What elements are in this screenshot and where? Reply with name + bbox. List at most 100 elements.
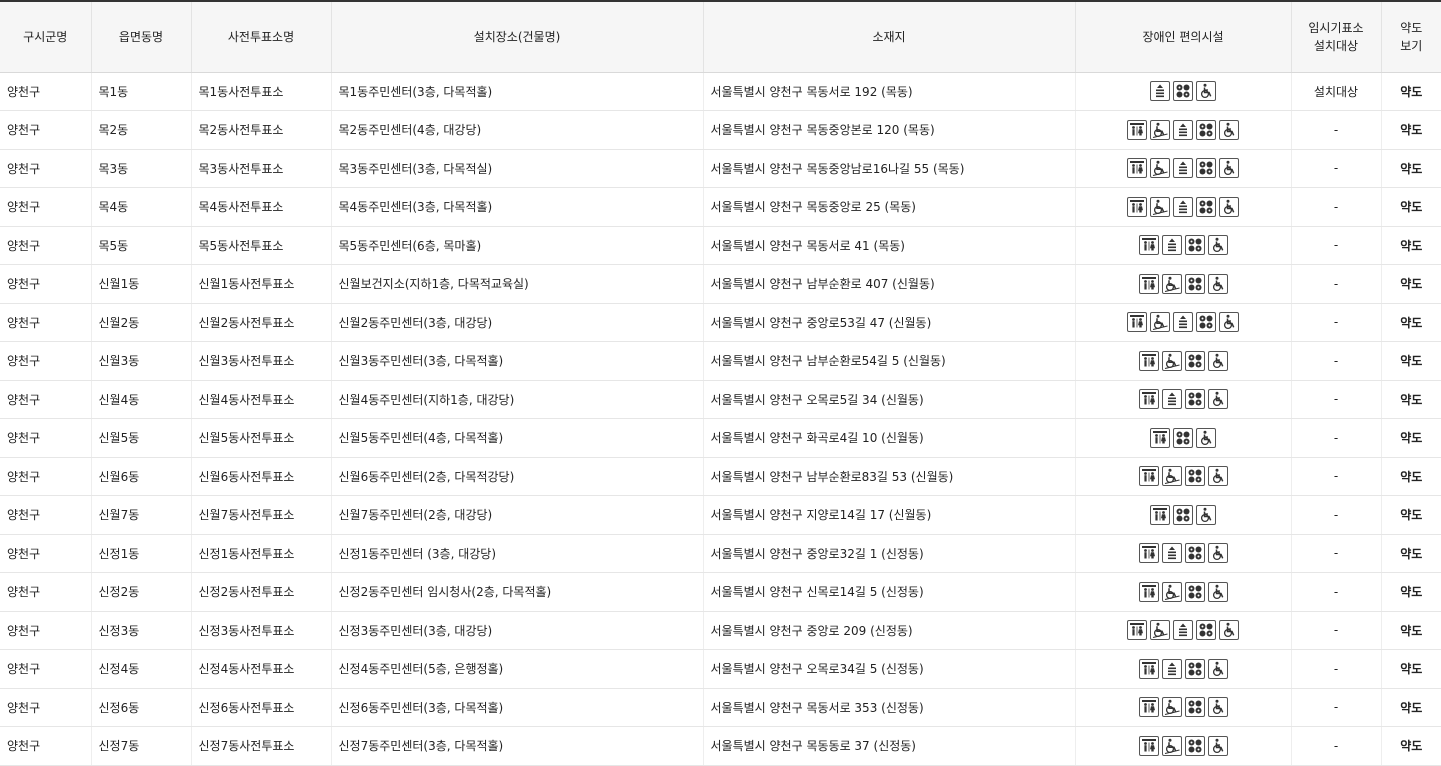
dong-cell: 신월7동 <box>91 495 192 535</box>
wheelchair-ramp-icon <box>1150 196 1170 217</box>
station-cell: 신정7동사전투표소 <box>191 726 332 766</box>
braille-block-icon <box>1196 158 1216 179</box>
table-row: 양천구 목1동 목1동사전투표소 목1동주민센터(3층, 다목적홀) 서울특별시 양천구… <box>0 72 1441 111</box>
facility-icons <box>1076 311 1291 333</box>
facility-icons <box>1076 504 1291 526</box>
table-row: 양천구 신월4동 신월4동사전투표소 신월4동주민센터(지하1층, 대강당) 서울특별시… <box>0 380 1441 419</box>
header-place: 설치장소(건물명) <box>331 0 704 73</box>
header-map: 약도 보기 <box>1381 0 1441 73</box>
facilities-cell <box>1075 534 1292 573</box>
map-link[interactable]: 약도 <box>1381 457 1441 496</box>
map-link[interactable]: 약도 <box>1381 264 1441 304</box>
place-cell: 신월6동주민센터(2층, 다목적강당) <box>331 457 704 496</box>
braille-block-icon <box>1184 543 1205 564</box>
accessible-restroom-icon <box>1138 658 1159 679</box>
station-cell: 목2동사전투표소 <box>191 110 332 150</box>
address-cell: 서울특별시 양천구 목동서로 41 (목동) <box>703 226 1076 265</box>
table-row: 양천구 신월2동 신월2동사전투표소 신월2동주민센터(3층, 대강당) 서울특별시 양… <box>0 303 1441 342</box>
temp-booth-cell: - <box>1291 226 1382 265</box>
map-link[interactable]: 약도 <box>1381 418 1441 458</box>
station-cell: 목1동사전투표소 <box>191 72 332 111</box>
address-cell: 서울특별시 양천구 지양로14길 17 (신월동) <box>703 495 1076 535</box>
map-link[interactable]: 약도 <box>1381 572 1441 612</box>
dong-cell: 신월3동 <box>91 341 192 381</box>
district-cell: 양천구 <box>0 418 92 458</box>
temp-booth-cell: - <box>1291 418 1382 458</box>
place-cell: 신월2동주민센터(3층, 대강당) <box>331 303 704 342</box>
address-cell: 서울특별시 양천구 목동서로 353 (신정동) <box>703 688 1076 727</box>
braille-block-icon <box>1184 466 1205 487</box>
braille-block-icon <box>1173 81 1193 102</box>
map-link[interactable]: 약도 <box>1381 534 1441 573</box>
district-cell: 양천구 <box>0 341 92 381</box>
address-cell: 서울특별시 양천구 신목로14길 5 (신정동) <box>703 572 1076 612</box>
table-row: 양천구 신정3동 신정3동사전투표소 신정3동주민센터(3층, 대강당) 서울특별시 양… <box>0 611 1441 650</box>
wheelchair-ramp-icon <box>1161 697 1182 718</box>
address-cell: 서울특별시 양천구 중앙로 209 (신정동) <box>703 611 1076 650</box>
temp-booth-cell: - <box>1291 303 1382 342</box>
district-cell: 양천구 <box>0 226 92 265</box>
elevator-icon <box>1161 543 1182 564</box>
facility-icons <box>1076 234 1291 256</box>
map-link[interactable]: 약도 <box>1381 303 1441 342</box>
place-cell: 신정7동주민센터(3층, 다목적홀) <box>331 726 704 766</box>
map-link[interactable]: 약도 <box>1381 226 1441 265</box>
temp-booth-cell: - <box>1291 149 1382 188</box>
elevator-icon <box>1173 312 1193 333</box>
dong-cell: 신월2동 <box>91 303 192 342</box>
map-link[interactable]: 약도 <box>1381 110 1441 150</box>
table-row: 양천구 목2동 목2동사전투표소 목2동주민센터(4층, 대강당) 서울특별시 양천구 … <box>0 110 1441 150</box>
district-cell: 양천구 <box>0 110 92 150</box>
header-temp-booth: 임시기표소 설치대상 <box>1291 0 1382 73</box>
facility-icons <box>1076 581 1291 603</box>
map-link[interactable]: 약도 <box>1381 649 1441 689</box>
facilities-cell <box>1075 149 1292 188</box>
map-link[interactable]: 약도 <box>1381 726 1441 766</box>
address-cell: 서울특별시 양천구 목동동로 37 (신정동) <box>703 726 1076 766</box>
table-header-row: 구시군명 읍면동명 사전투표소명 설치장소(건물명) 소재지 장애인 편의시설 … <box>0 0 1441 73</box>
polling-station-table: 구시군명 읍면동명 사전투표소명 설치장소(건물명) 소재지 장애인 편의시설 … <box>0 0 1441 766</box>
temp-booth-cell: - <box>1291 649 1382 689</box>
temp-booth-cell: - <box>1291 110 1382 150</box>
address-cell: 서울특별시 양천구 중앙로32길 1 (신정동) <box>703 534 1076 573</box>
wheelchair-ramp-icon <box>1150 119 1170 140</box>
station-cell: 목5동사전투표소 <box>191 226 332 265</box>
temp-booth-cell: - <box>1291 572 1382 612</box>
map-link[interactable]: 약도 <box>1381 187 1441 227</box>
elevator-icon <box>1173 620 1193 641</box>
map-link[interactable]: 약도 <box>1381 495 1441 535</box>
place-cell: 목1동주민센터(3층, 다목적홀) <box>331 72 704 111</box>
address-cell: 서울특별시 양천구 중앙로53길 47 (신월동) <box>703 303 1076 342</box>
district-cell: 양천구 <box>0 303 92 342</box>
dong-cell: 목2동 <box>91 110 192 150</box>
facility-icons <box>1076 196 1291 218</box>
dong-cell: 신월6동 <box>91 457 192 496</box>
map-link[interactable]: 약도 <box>1381 611 1441 650</box>
facilities-cell <box>1075 341 1292 381</box>
table-row: 양천구 목4동 목4동사전투표소 목4동주민센터(3층, 다목적홀) 서울특별시 양천구… <box>0 187 1441 227</box>
map-link[interactable]: 약도 <box>1381 72 1441 111</box>
braille-block-icon <box>1196 119 1216 140</box>
map-link[interactable]: 약도 <box>1381 688 1441 727</box>
accessible-restroom-icon <box>1138 735 1159 756</box>
station-cell: 신월5동사전투표소 <box>191 418 332 458</box>
wheelchair-icon <box>1207 658 1228 679</box>
map-link[interactable]: 약도 <box>1381 380 1441 419</box>
table-row: 양천구 신정1동 신정1동사전투표소 신정1동주민센터 (3층, 대강당) 서울특별시 … <box>0 534 1441 573</box>
accessible-restroom-icon <box>1150 427 1170 448</box>
facilities-cell <box>1075 226 1292 265</box>
map-link[interactable]: 약도 <box>1381 149 1441 188</box>
wheelchair-icon <box>1207 350 1228 371</box>
station-cell: 신월6동사전투표소 <box>191 457 332 496</box>
facilities-cell <box>1075 611 1292 650</box>
place-cell: 신월4동주민센터(지하1층, 대강당) <box>331 380 704 419</box>
header-station: 사전투표소명 <box>191 0 332 73</box>
map-link[interactable]: 약도 <box>1381 341 1441 381</box>
braille-block-icon <box>1173 504 1193 525</box>
wheelchair-ramp-icon <box>1161 273 1182 294</box>
district-cell: 양천구 <box>0 688 92 727</box>
header-facilities: 장애인 편의시설 <box>1075 0 1292 73</box>
temp-booth-cell: - <box>1291 534 1382 573</box>
temp-booth-cell: - <box>1291 264 1382 304</box>
facilities-cell <box>1075 380 1292 419</box>
